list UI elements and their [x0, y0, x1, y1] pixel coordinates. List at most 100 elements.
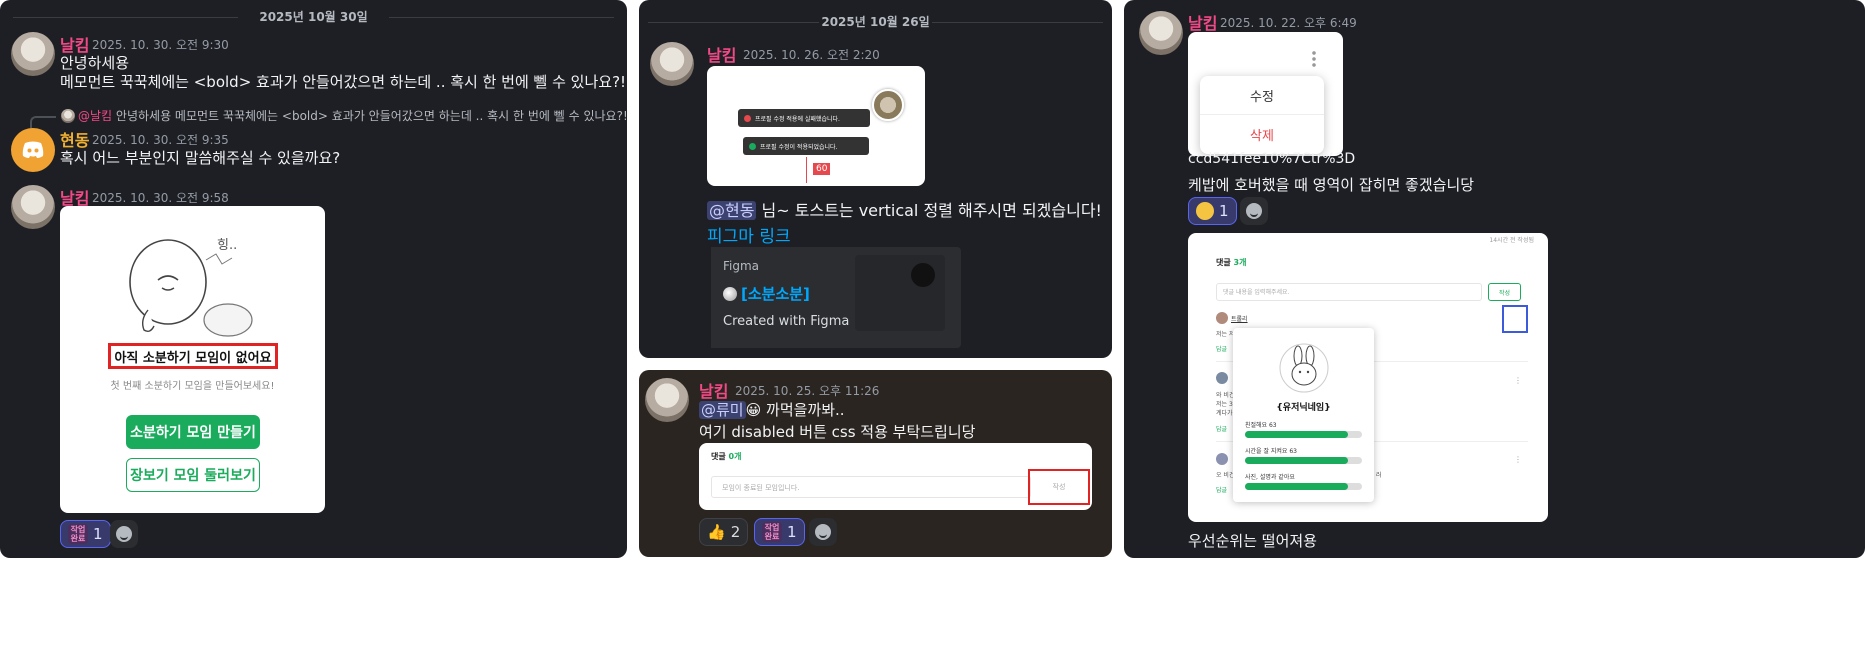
message-text: 여기 disabled 버튼 css 적용 부탁드립니당 [699, 423, 976, 441]
salute-emoji-icon [1196, 202, 1214, 220]
timestamp: 2025. 10. 22. 오후 6:49 [1220, 16, 1357, 30]
toast-error: 프로필 수정 적용에 실패했습니다. [738, 109, 870, 127]
comment-text: 와 비건 [1216, 392, 1235, 399]
reaction-thumbs-up[interactable]: 👍 2 [699, 518, 749, 546]
reply-mention[interactable]: @날킴 [78, 109, 112, 123]
embed-provider: Figma [723, 259, 760, 273]
avatar[interactable] [11, 128, 55, 172]
create-group-button[interactable]: 소분하기 모임 만들기 [126, 415, 260, 449]
kebab-icon[interactable]: ⋮ [1514, 376, 1522, 385]
add-reaction-button[interactable] [809, 518, 837, 546]
image-attachment[interactable]: 14시간 전 작성됨 댓글 3개 댓글 내용을 입력해주세요. 작성 트롤리 저… [1188, 233, 1548, 522]
url-fragment: ccd541fee10%7Ctr%3D [1188, 151, 1356, 167]
comments-header: 댓글 3개 [1216, 258, 1247, 267]
author-name[interactable]: 날킴 [1188, 10, 1217, 34]
reply-link[interactable]: 답글 [1216, 344, 1227, 353]
embed-title[interactable]: [소분소분] [723, 283, 810, 304]
image-attachment[interactable]: 힝.. 아직 소분하기 모임이 없어요 첫 번째 소분하기 모임을 만들어보세요… [60, 206, 325, 513]
rabbit-avatar [1279, 343, 1329, 393]
browse-groups-button[interactable]: 장보기 모임 둘러보기 [126, 458, 260, 492]
error-icon [744, 114, 751, 122]
submit-button[interactable]: 작성 [1488, 283, 1521, 301]
chat-panel-1: 2025년 10월 30일 날킴 2025. 10. 30. 오전 9:30 안… [0, 0, 627, 558]
menu-delete[interactable]: 삭제 [1200, 115, 1324, 153]
image-attachment[interactable]: 프로필 수정 적용에 실패했습니다. 프로필 수정이 적용되었습니다. 60 [707, 66, 925, 186]
character-illustration [129, 239, 253, 337]
kebab-icon [1312, 50, 1316, 68]
author-name[interactable]: 날킴 [707, 42, 736, 66]
chat-panel-3: 날킴 2025. 10. 25. 오후 11:26 @류미 😀 까먹을까봐.. 여… [639, 370, 1112, 557]
smile-icon [1246, 203, 1262, 219]
reaction-count: 1 [1219, 202, 1229, 220]
message-text: @현동 님~ 토스트는 vertical 정렬 해주시면 되겠습니다! [707, 201, 1102, 220]
comment-text: 러 [1376, 472, 1382, 479]
timestamp: 2025. 10. 30. 오전 9:30 [92, 38, 229, 52]
reaction-count: 1 [787, 523, 797, 541]
reply-link[interactable]: 답글 [1216, 485, 1227, 494]
discord-icon [22, 141, 44, 158]
toast-success: 프로필 수정이 적용되었습니다. [743, 137, 869, 155]
reaction-work-done[interactable]: 작업 완료 1 [60, 520, 111, 548]
stat-label: 시간을 잘 지켜요 63 [1245, 448, 1297, 455]
comment-text: 오 비건 [1216, 472, 1235, 479]
add-reaction-button[interactable] [1240, 197, 1268, 225]
thumbs-up-emoji-icon: 👍 [707, 523, 726, 541]
check-icon [749, 142, 756, 150]
work-done-emoji-icon: 작업 완료 [68, 524, 88, 544]
comments-header: 댓글 0개 [711, 452, 742, 461]
smile-icon [815, 524, 831, 540]
reaction-emoji[interactable]: 1 [1188, 197, 1237, 225]
reaction-count: 1 [93, 525, 103, 543]
avatar[interactable] [645, 378, 689, 422]
comment-text: 저는 저 [1216, 331, 1235, 338]
stat-label: 사진, 설명과 같아요 [1245, 474, 1295, 481]
reaction-work-done[interactable]: 작업 완료 1 [754, 518, 805, 546]
timestamp: 2025. 10. 26. 오전 2:20 [743, 48, 880, 62]
figma-link[interactable]: 피그마 링크 [707, 222, 791, 247]
reply-text: 안녕하세용 메모먼트 꾹꾹체에는 <bold> 효과가 안들어갔으면 하는데 .… [112, 109, 627, 123]
message-text: 안녕하세용 [60, 54, 130, 72]
commenter-avatar [1216, 312, 1228, 324]
comment-input[interactable]: 모임이 종료된 모임입니다. [711, 476, 1031, 498]
avatar[interactable] [650, 42, 694, 86]
ball-icon [723, 286, 737, 301]
image-attachment[interactable]: 댓글 0개 모임이 종료된 모임입니다. 작성 [699, 443, 1092, 510]
embed-thumbnail [855, 255, 945, 331]
reply-avatar [61, 109, 75, 123]
measure-label: 60 [813, 163, 831, 175]
empty-state-subtitle: 첫 번째 소분하기 모임을 만들어보세요! [110, 381, 275, 392]
kebab-highlight[interactable] [1502, 305, 1528, 333]
message-text: 우선순위는 떨어져용 [1188, 532, 1317, 550]
avatar[interactable] [1139, 11, 1183, 55]
smile-icon [116, 526, 132, 542]
link-embed[interactable]: Figma [소분소분] Created with Figma [707, 247, 961, 348]
measure-line [806, 157, 807, 183]
user-mention[interactable]: @류미 [699, 401, 746, 419]
kebab-icon[interactable]: ⋮ [1514, 455, 1522, 464]
menu-edit[interactable]: 수정 [1200, 76, 1324, 115]
timestamp: 2025. 10. 30. 오전 9:35 [92, 133, 229, 147]
stat-bar [1245, 431, 1362, 438]
date-separator: 2025년 10월 30일 [0, 8, 627, 25]
reply-preview[interactable]: @날킴 안녕하세용 메모먼트 꾹꾹체에는 <bold> 효과가 안들어갔으면 하… [78, 107, 627, 124]
comment-input[interactable]: 댓글 내용을 입력해주세요. [1216, 283, 1482, 301]
comment-text: 저는 3 [1216, 401, 1233, 408]
work-done-emoji-icon: 작업 완료 [762, 522, 782, 542]
commenter-name: 트롤리 [1231, 316, 1248, 323]
image-attachment[interactable]: 수정 삭제 [1188, 32, 1343, 156]
profile-popup: {유저닉네임} 친절해요 63 시간을 잘 지켜요 63 사진, 설명과 같아요 [1233, 328, 1374, 502]
grin-emoji-icon: 😀 [745, 401, 762, 419]
avatar[interactable] [11, 32, 55, 76]
avatar[interactable] [11, 185, 55, 229]
user-mention[interactable]: @현동 [707, 201, 757, 220]
reply-link[interactable]: 답글 [1216, 424, 1227, 433]
figma-thumb-icon [911, 263, 935, 287]
add-reaction-button[interactable] [110, 520, 138, 548]
stat-label: 친절해요 63 [1245, 422, 1277, 429]
embed-description: Created with Figma [723, 314, 850, 329]
timestamp: 2025. 10. 30. 오전 9:58 [92, 191, 229, 205]
reaction-count: 2 [730, 523, 741, 541]
message-text: 메모먼트 꾹꾹체에는 <bold> 효과가 안들어갔으면 하는데 .. 혹시 한… [60, 73, 627, 91]
submit-button-disabled[interactable]: 작성 [1028, 469, 1090, 505]
stat-bar [1245, 457, 1362, 464]
